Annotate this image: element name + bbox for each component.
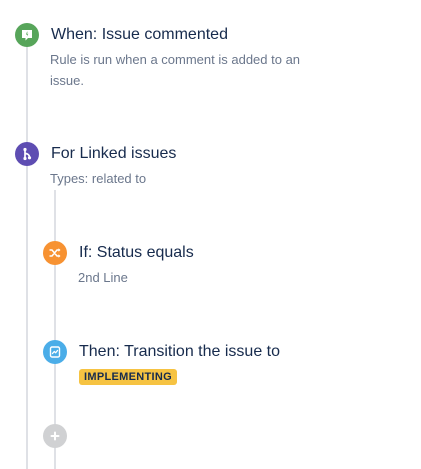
branch-title[interactable]: For Linked issues (51, 144, 176, 164)
trigger-description: Rule is run when a comment is added to a… (50, 52, 301, 88)
branch-description: Types: related to (50, 171, 147, 186)
condition-description: 2nd Line (78, 270, 128, 285)
branch-icon (23, 147, 32, 161)
condition-title[interactable]: If: Status equals (79, 243, 194, 263)
comment-trigger-icon (22, 30, 32, 41)
trigger-node-icon (15, 23, 39, 47)
main-flow-line (26, 46, 28, 469)
condition-node-icon (43, 241, 67, 265)
action-title[interactable]: Then: Transition the issue to (79, 342, 280, 362)
plus-icon (50, 431, 60, 441)
shuffle-icon (49, 248, 61, 258)
status-lozenge: IMPLEMENTING (79, 369, 177, 385)
branch-node-icon (15, 142, 39, 166)
add-component-button[interactable] (43, 424, 67, 448)
action-node-icon (43, 340, 67, 364)
trigger-title[interactable]: When: Issue commented (51, 25, 228, 45)
transition-icon (49, 346, 61, 358)
